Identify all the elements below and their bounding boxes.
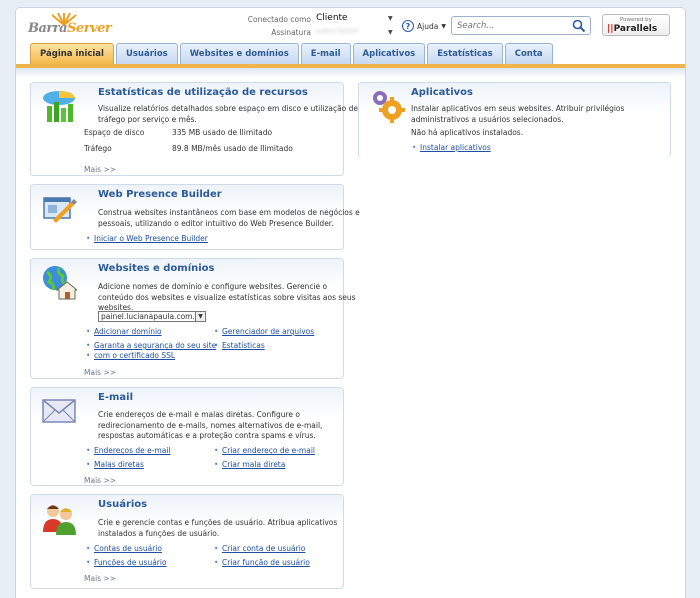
connected-user-select[interactable]: Cliente [316,13,348,23]
disk-label: Espaço de disco [84,128,145,137]
statistics-link[interactable]: Estatísticas [214,341,265,351]
domain-select-value: painel.lucianapaula.com.br [101,312,203,321]
tab-home[interactable]: Página inicial [30,43,114,64]
tab-websites[interactable]: Websites e domínios [179,43,299,64]
powered-by-label: Powered by [620,17,652,23]
ssl-link[interactable]: Garanta a segurança do seu site [86,341,216,351]
more-link[interactable]: Mais >> [84,165,116,174]
file-manager-link[interactable]: Gerenciador de arquivos [214,327,314,337]
disk-value: 335 MB usado de Ilimitado [172,128,273,137]
user-accounts-link[interactable]: Contas de usuário [86,544,162,554]
web-presence-builder-panel: Web Presence Builder Construa websites i… [30,184,360,250]
start-builder-link[interactable]: Iniciar o Web Presence Builder [86,234,208,244]
panel-description: Crie e gerencie contas e funções de usuá… [98,518,338,538]
search-box [451,16,591,35]
email-addresses-link[interactable]: Endereços de e-mail [86,446,171,456]
websites-domains-panel: Websites e domínios Adicione nomes de do… [30,258,356,379]
more-link[interactable]: Mais >> [84,368,116,377]
tab-account[interactable]: Conta [504,43,553,64]
more-link[interactable]: Mais >> [84,476,116,485]
chevron-down-icon[interactable]: ▼ [388,15,393,22]
more-link[interactable]: Mais >> [84,574,116,583]
panel-description: Instalar aplicativos em seus websites. A… [411,104,625,124]
panel-title: Aplicativos [411,87,473,98]
panel-title: Estatísticas de utilização de recursos [98,87,308,98]
panel-description: Crie endereços de e-mail e malas diretas… [98,410,323,440]
search-input[interactable] [452,17,567,34]
mailing-lists-link[interactable]: Malas diretas [86,460,144,470]
create-mailing-list-link[interactable]: Criar mala direta [214,460,285,470]
logo-barra: Barra [28,21,68,36]
help-label: Ajuda [417,21,439,31]
site-builder-icon [43,197,77,223]
main-tabs: Página inicial Usuários Websites e domín… [30,43,553,64]
panel-description: Construa websites instantâneos com base … [98,208,360,228]
install-apps-link[interactable]: Instalar aplicativos [412,143,491,153]
panel-description: Visualize relatórios detalhados sobre es… [98,104,359,124]
resource-stats-panel: Estatísticas de utilização de recursos V… [30,82,358,176]
ssl-link-line2[interactable]: com o certificado SSL [86,351,175,361]
parallels-label: Parallels [613,24,658,34]
users-panel: Usuários Crie e gerencie contas e funçõe… [30,494,344,589]
traffic-value: 89.8 MB/mês usado de Ilimitado [172,144,293,153]
tab-users[interactable]: Usuários [115,43,178,64]
no-apps-message: Não há aplicativos instalados. [411,128,524,137]
tab-applications[interactable]: Aplicativos [352,43,426,64]
tab-email[interactable]: E-mail [300,43,351,64]
panel-title: Websites e domínios [98,263,215,274]
create-user-account-link[interactable]: Criar conta de usuário [214,544,305,554]
panel-description: Adicione nomes de domínio e configure we… [98,282,356,312]
search-icon[interactable] [572,19,586,33]
create-user-role-link[interactable]: Criar função de usuário [214,558,310,568]
chevron-down-icon: ▼ [195,312,205,321]
envelope-icon [42,399,76,423]
panel-title: Web Presence Builder [98,189,222,200]
chevron-down-icon: ▼ [441,22,446,30]
parallels-logo[interactable]: Powered by ||Parallels [602,14,670,36]
tab-statistics[interactable]: Estatísticas [427,43,503,64]
subscription-label: Assinatura [271,28,311,37]
subscription-select[interactable]: subscription [316,27,386,36]
parallels-bars-icon: || [607,24,614,34]
add-domain-link[interactable]: Adicionar domínio [86,327,162,337]
chevron-down-icon[interactable]: ▼ [388,29,393,36]
panel-title: E-mail [98,392,134,403]
traffic-label: Tráfego [84,144,112,153]
barraserver-logo[interactable]: BarraServer [28,11,116,41]
users-icon [43,505,76,535]
user-roles-link[interactable]: Funções de usuário [86,558,167,568]
connected-as-label: Conectado como [247,15,311,24]
domain-select[interactable]: painel.lucianapaula.com.br ▼ [98,311,206,322]
email-panel: E-mail Crie endereços de e-mail e malas … [30,387,344,486]
create-email-link[interactable]: Criar endereço de e-mail [214,446,315,456]
globe-house-icon [43,266,77,300]
applications-panel: Aplicativos Instalar aplicativos em seus… [358,82,671,158]
panel-title: Usuários [98,499,148,510]
gears-icon [373,91,405,123]
logo-server: Server [67,21,112,36]
help-menu[interactable]: ? Ajuda ▼ [402,19,446,33]
bar-chart-icon [43,91,75,122]
help-icon: ? [402,20,414,32]
